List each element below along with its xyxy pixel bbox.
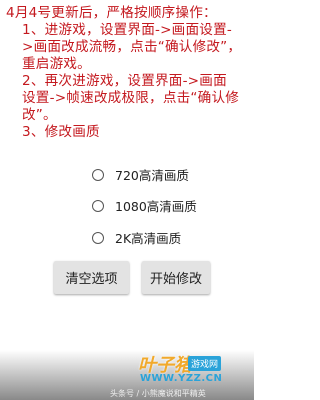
radio-circle-icon[interactable] [92,199,104,212]
instruction-line: 2、再次进游戏，设置界面->画面 [22,73,227,89]
option-label: 720高清画质 [115,168,189,183]
radio-circle-icon[interactable] [92,231,104,244]
start-modify-button[interactable]: 开始修改 [142,261,210,294]
instruction-line: 改”。 [22,107,57,123]
instructions-text: 4月4号更新后，严格按顺序操作： 1、进游戏，设置界面->画面设置- >画面改成… [6,5,252,141]
option-2k-radio[interactable]: 2K高清画质 [92,228,181,247]
instruction-line: 设置->帧速改成极限，点击“确认修 [22,90,240,106]
instruction-line: 1、进游戏，设置界面->画面设置- [22,22,232,38]
option-label: 2K高清画质 [115,231,182,246]
option-720-radio[interactable]: 720高清画质 [92,165,189,184]
option-1080-radio[interactable]: 1080高清画质 [92,196,197,215]
watermark-credit: 头条号 / 小熊魔说和平精英 [110,389,206,398]
option-label: 1080高清画质 [115,199,197,214]
instruction-line: 重启游戏。 [22,56,91,72]
instruction-line: 3、修改画质 [22,124,100,140]
instruction-line: >画面改成流畅，点击“确认修改”， [22,39,242,55]
instruction-line: 4月4号更新后，严格按顺序操作： [6,5,217,21]
radio-circle-icon[interactable] [92,168,104,181]
site-logo-tag: 游戏网 [188,356,222,371]
site-url: WWW.YZZ.CN [140,373,223,384]
clear-options-button[interactable]: 清空选项 [54,261,129,294]
